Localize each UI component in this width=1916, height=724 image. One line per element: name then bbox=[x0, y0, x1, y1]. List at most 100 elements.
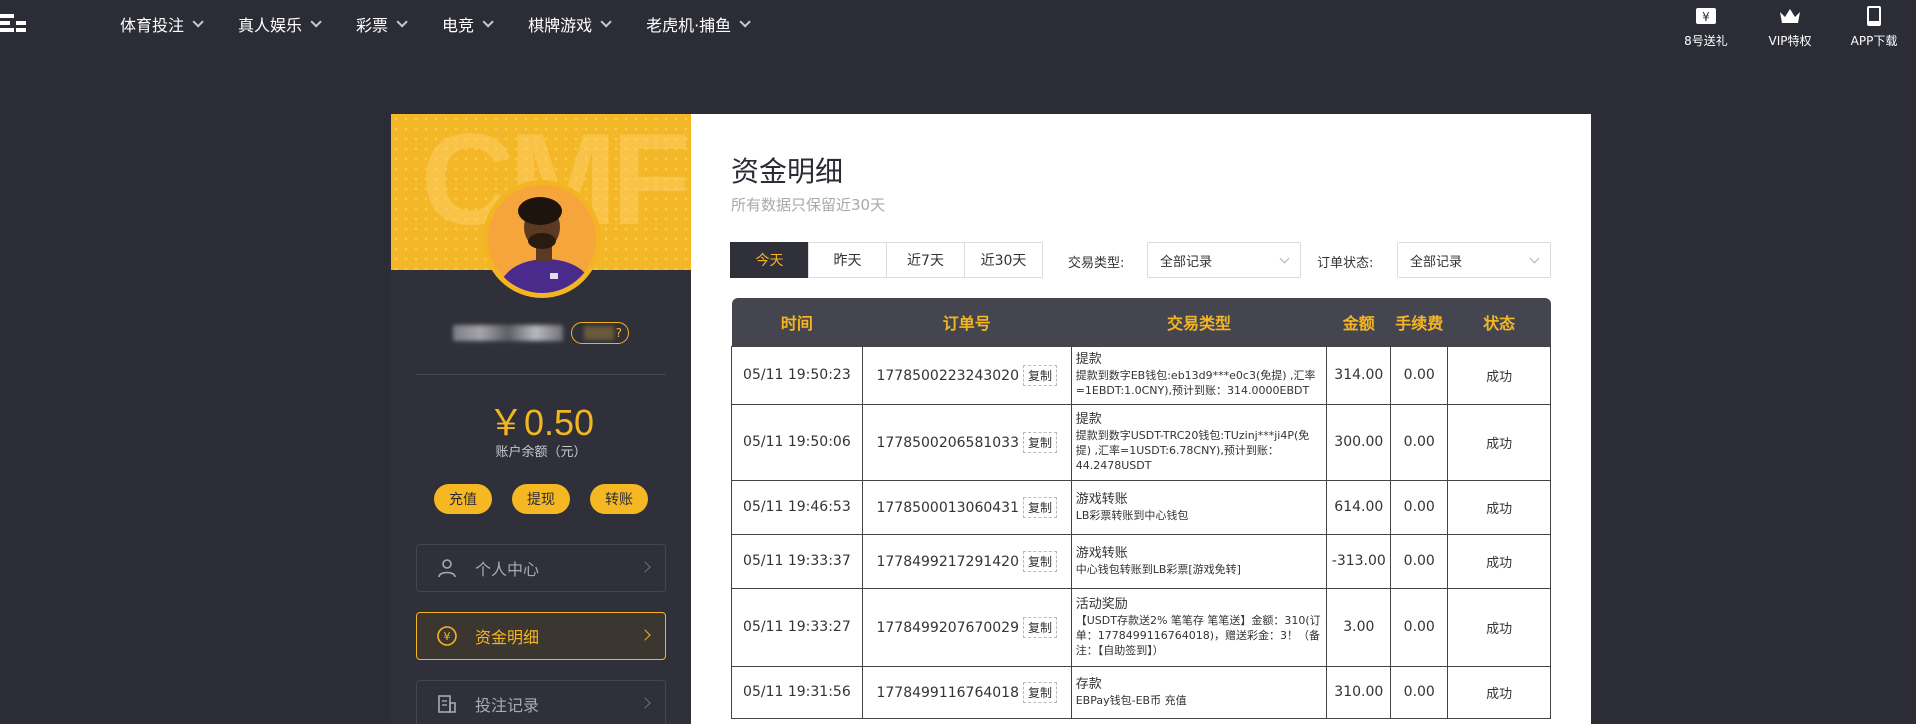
tab-last-7-days[interactable]: 近7天 bbox=[886, 242, 965, 278]
nav-item-lottery[interactable]: 彩票 bbox=[356, 0, 408, 48]
sidebar-item-label: 资金明细 bbox=[475, 628, 540, 647]
order-number: 1778500206581033 bbox=[876, 434, 1019, 451]
nav-item-live-casino[interactable]: 真人娱乐 bbox=[238, 0, 322, 48]
chevron-right-icon bbox=[639, 629, 651, 641]
gift-link[interactable]: ¥ 8号送礼 bbox=[1664, 4, 1748, 49]
cell-type: 活动奖励 【USDT存款送2% 笔笔存 笔笔送】金额：310(订单：1778499… bbox=[1070, 587, 1328, 667]
sidebar-item-label: 投注记录 bbox=[475, 696, 540, 715]
cell-order: 1778500013060431 复制 bbox=[861, 479, 1072, 535]
cell-type: 提款 提款到数字USDT-TRC20钱包:TUzinj***ji4P(免提) ,汇… bbox=[1070, 403, 1328, 481]
transaction-type-select[interactable]: 全部记录 bbox=[1147, 242, 1301, 278]
cell-type: 提款 提款到数字EB钱包:eb13d9***e0c3(免提) ,汇率=1EBDT:… bbox=[1070, 345, 1328, 405]
cell-amount: 3.00 bbox=[1326, 587, 1392, 667]
tab-last-30-days[interactable]: 近30天 bbox=[964, 242, 1043, 278]
cell-amount: 614.00 bbox=[1326, 479, 1392, 535]
svg-text:¥: ¥ bbox=[1702, 10, 1710, 24]
cell-time: 05/11 19:33:37 bbox=[731, 533, 863, 589]
cell-order: 1778500223243020 复制 bbox=[861, 345, 1072, 405]
cell-time: 05/11 19:46:53 bbox=[731, 479, 863, 535]
cell-fee: 0.00 bbox=[1390, 479, 1449, 535]
app-download-label: APP下载 bbox=[1850, 34, 1898, 48]
tab-yesterday[interactable]: 昨天 bbox=[808, 242, 887, 278]
cell-time: 05/11 19:31:56 bbox=[731, 665, 863, 719]
username-redacted bbox=[453, 325, 563, 341]
phone-icon bbox=[1865, 4, 1883, 28]
column-header-time: 时间 bbox=[731, 298, 863, 346]
gift-link-label: 8号送礼 bbox=[1684, 34, 1728, 48]
withdraw-button[interactable]: 提现 bbox=[512, 484, 570, 514]
chevron-down-icon bbox=[482, 16, 494, 28]
nav-item-label: 体育投注 bbox=[120, 16, 185, 35]
sidebar-item-bet-records[interactable]: 投注记录 bbox=[416, 680, 666, 724]
type-title: 存款 bbox=[1075, 676, 1102, 692]
table-row: 05/11 19:50:23 1778500223243020 复制 提款 提款到数… bbox=[731, 345, 1551, 405]
cell-time: 05/11 19:50:23 bbox=[731, 345, 863, 405]
order-number: 1778500223243020 bbox=[876, 367, 1019, 384]
chevron-down-icon bbox=[192, 16, 204, 28]
cell-fee: 0.00 bbox=[1390, 587, 1449, 667]
account-sidebar: CMF ? ￥0.50 账户余额（元） 充值 提现 转账 个人中心 ¥ bbox=[391, 114, 691, 724]
chevron-down-icon bbox=[1279, 253, 1290, 264]
page-subtitle: 所有数据只保留近30天 bbox=[731, 196, 886, 214]
cell-order: 1778499116764018 复制 bbox=[861, 665, 1072, 719]
table-row: 05/11 19:46:53 1778500013060431 复制 游戏转账 LB… bbox=[731, 479, 1551, 535]
vip-link-label: VIP特权 bbox=[1768, 34, 1812, 48]
table-row: 05/11 19:50:06 1778500206581033 复制 提款 提款到数… bbox=[731, 403, 1551, 481]
site-logo[interactable] bbox=[0, 8, 28, 36]
copy-button[interactable]: 复制 bbox=[1023, 431, 1058, 453]
type-description: 【USDT存款送2% 笔笔存 笔笔送】金额：310(订单：17784991167… bbox=[1075, 613, 1321, 657]
copy-button[interactable]: 复制 bbox=[1023, 550, 1058, 572]
fund-details-table: 时间 订单号 交易类型 金额 手续费 状态 05/11 19:50:23 177… bbox=[731, 298, 1551, 719]
type-title: 游戏转账 bbox=[1075, 491, 1128, 507]
chevron-down-icon bbox=[739, 16, 751, 28]
balance-label: 账户余额（元） bbox=[495, 445, 587, 460]
type-description: 提款到数字USDT-TRC20钱包:TUzinj***ji4P(免提) ,汇率=… bbox=[1075, 428, 1310, 472]
nav-item-card-games[interactable]: 棋牌游戏 bbox=[528, 0, 612, 48]
copy-button[interactable]: 复制 bbox=[1023, 364, 1058, 386]
type-title: 提款 bbox=[1075, 411, 1102, 427]
vip-level-badge[interactable]: ? bbox=[571, 322, 629, 344]
cell-order: 1778499217291420 复制 bbox=[861, 533, 1072, 589]
sidebar-item-fund-details[interactable]: ¥ 资金明细 bbox=[416, 612, 666, 660]
crown-icon bbox=[1778, 4, 1802, 28]
nav-item-label: 彩票 bbox=[356, 16, 389, 35]
column-header-order: 订单号 bbox=[862, 298, 1072, 346]
avatar[interactable] bbox=[483, 180, 601, 298]
vip-link[interactable]: VIP特权 bbox=[1748, 4, 1832, 49]
nav-item-esports[interactable]: 电竞 bbox=[442, 0, 494, 48]
nav-item-sports[interactable]: 体育投注 bbox=[120, 0, 204, 48]
username-row: ? bbox=[391, 322, 691, 344]
fund-details-panel: 资金明细 所有数据只保留近30天 今天 昨天 近7天 近30天 交易类型: 全部… bbox=[691, 114, 1591, 724]
type-description: 中心钱包转账到LB彩票[游戏免转] bbox=[1075, 562, 1241, 576]
copy-button[interactable]: 复制 bbox=[1023, 681, 1058, 703]
nav-item-slots-fishing[interactable]: 老虎机·捕鱼 bbox=[646, 0, 751, 48]
account-balance: ￥0.50 bbox=[487, 402, 595, 443]
wallet-actions: 充值 提现 转账 bbox=[391, 484, 691, 514]
top-nav-bar: 体育投注 真人娱乐 彩票 电竞 棋牌游戏 老虎机·捕鱼 ¥ 8号送礼 VIP特权… bbox=[0, 0, 1916, 52]
page-title: 资金明细 bbox=[731, 155, 844, 188]
order-status-select[interactable]: 全部记录 bbox=[1397, 242, 1551, 278]
copy-button[interactable]: 复制 bbox=[1023, 496, 1058, 518]
column-header-status: 状态 bbox=[1447, 298, 1551, 346]
type-title: 游戏转账 bbox=[1075, 545, 1128, 561]
deposit-button[interactable]: 充值 bbox=[434, 484, 492, 514]
tab-today[interactable]: 今天 bbox=[730, 242, 809, 278]
type-title: 活动奖励 bbox=[1075, 596, 1128, 612]
top-right-links: ¥ 8号送礼 VIP特权 APP下载 bbox=[1664, 4, 1916, 49]
user-icon bbox=[435, 556, 459, 580]
sidebar-item-profile[interactable]: 个人中心 bbox=[416, 544, 666, 592]
nav-item-label: 老虎机·捕鱼 bbox=[646, 16, 732, 35]
cell-amount: -313.00 bbox=[1326, 533, 1392, 589]
nav-item-label: 真人娱乐 bbox=[238, 16, 303, 35]
cell-amount: 300.00 bbox=[1326, 403, 1392, 481]
transfer-button[interactable]: 转账 bbox=[590, 484, 648, 514]
order-number: 1778499217291420 bbox=[876, 553, 1019, 570]
app-download-link[interactable]: APP下载 bbox=[1832, 4, 1916, 49]
order-status-value: 全部记录 bbox=[1410, 254, 1463, 270]
cell-status: 成功 bbox=[1447, 345, 1551, 405]
cell-order: 1778500206581033 复制 bbox=[861, 403, 1072, 481]
cell-fee: 0.00 bbox=[1390, 665, 1449, 719]
copy-button[interactable]: 复制 bbox=[1023, 616, 1058, 638]
cell-fee: 0.00 bbox=[1390, 345, 1449, 405]
chevron-right-icon bbox=[639, 561, 651, 573]
